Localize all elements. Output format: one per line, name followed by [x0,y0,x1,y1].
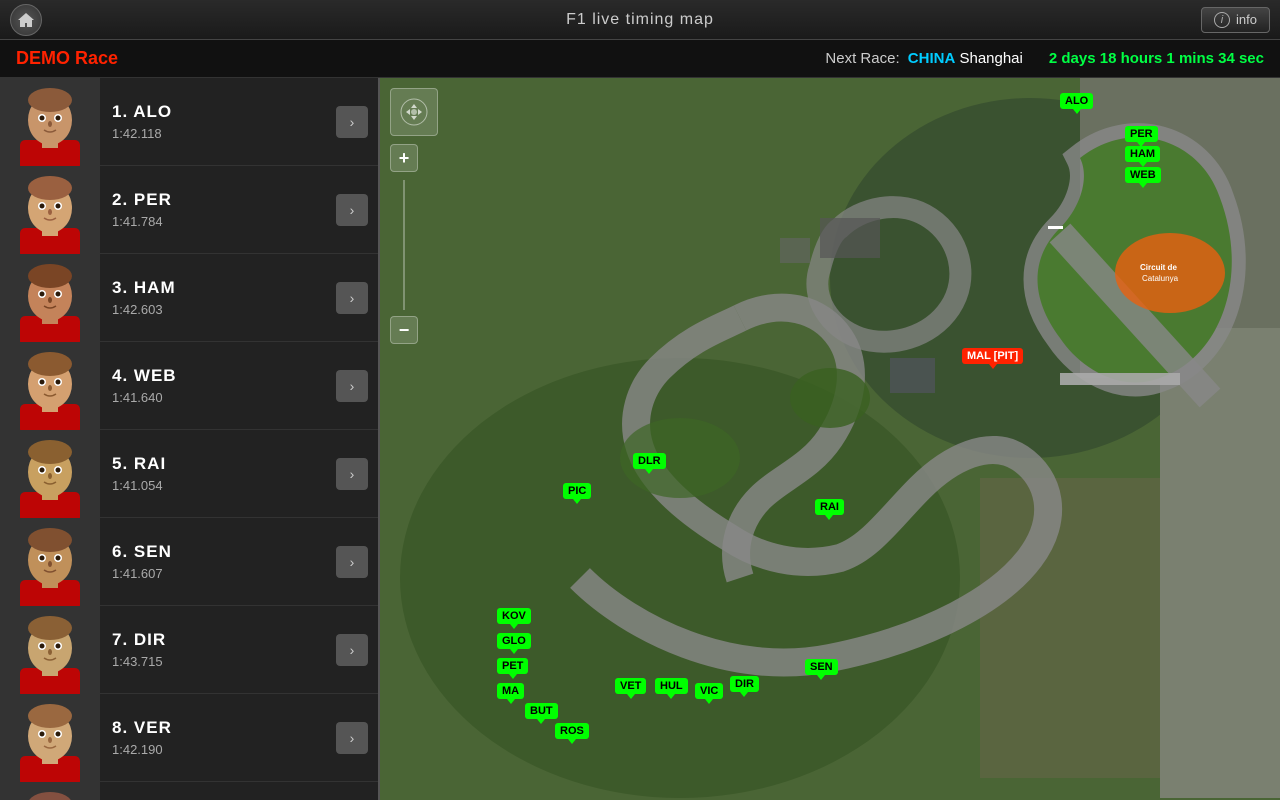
map-driver-marker[interactable]: MAL [PIT] [962,348,1023,364]
driver-avatar [0,430,100,518]
app-title: F1 live timing map [566,11,714,29]
map-driver-marker[interactable]: SEN [805,659,838,675]
map-driver-marker[interactable]: DIR [730,676,759,692]
map-driver-marker[interactable]: HAM [1125,146,1160,162]
driver-info: 3. HAM 1:42.603 [100,278,336,317]
driver-avatar [0,694,100,782]
driver-avatar [0,782,100,800]
driver-position-name: 7. DIR [112,630,324,650]
driver-position-name: 4. WEB [112,366,324,386]
driver-detail-arrow[interactable]: › [336,194,368,226]
map-driver-marker[interactable]: HUL [655,678,688,694]
driver-lap-time: 1:42.118 [112,126,324,141]
next-race-label: Next Race: [825,50,899,67]
info-label: info [1236,12,1257,27]
driver-detail-arrow[interactable]: › [336,370,368,402]
driver-avatar [0,78,100,166]
driver-lap-time: 1:43.715 [112,654,324,669]
driver-avatar [0,606,100,694]
driver-position-name: 8. VER [112,718,324,738]
driver-info: 4. WEB 1:41.640 [100,366,336,405]
driver-avatar [0,254,100,342]
driver-lap-time: 1:41.607 [112,566,324,581]
driver-info: 1. ALO 1:42.118 [100,102,336,141]
home-button[interactable] [10,4,42,36]
info-button[interactable]: i info [1201,7,1270,33]
svg-text:Catalunya: Catalunya [1142,274,1179,283]
driver-info: 7. DIR 1:43.715 [100,630,336,669]
map-area[interactable]: Circuit de Catalunya [380,78,1280,800]
map-driver-marker[interactable]: KOV [497,608,531,624]
map-driver-marker[interactable]: BUT [525,703,558,719]
map-driver-marker[interactable]: VIC [695,683,723,699]
map-driver-marker[interactable]: PER [1125,126,1158,142]
driver-row[interactable]: 7. DIR 1:43.715 › [0,606,378,694]
driver-row[interactable]: 9. HUL 1:43.001 › [0,782,378,800]
driver-detail-arrow[interactable]: › [336,546,368,578]
map-driver-marker[interactable]: RAI [815,499,844,515]
driver-lap-time: 1:42.190 [112,742,324,757]
map-driver-marker[interactable]: ROS [555,723,589,739]
driver-lap-time: 1:41.054 [112,478,324,493]
map-driver-marker[interactable]: MA [497,683,524,699]
next-race-city: Shanghai [959,50,1022,67]
next-race-country: CHINA [908,50,956,67]
driver-lap-time: 1:41.784 [112,214,324,229]
demo-race-label: DEMO Race [16,48,118,69]
driver-row[interactable]: 1. ALO 1:42.118 › [0,78,378,166]
map-driver-marker[interactable]: PET [497,658,528,674]
svg-text:Circuit de: Circuit de [1140,263,1177,272]
driver-row[interactable]: 3. HAM 1:42.603 › [0,254,378,342]
next-race-info: Next Race: CHINA Shanghai [825,50,1022,67]
driver-avatar [0,518,100,606]
driver-detail-arrow[interactable]: › [336,106,368,138]
countdown-timer: 2 days 18 hours 1 mins 34 sec [1049,50,1264,67]
driver-position-name: 6. SEN [112,542,324,562]
info-icon: i [1214,12,1230,28]
driver-info: 5. RAI 1:41.054 [100,454,336,493]
map-driver-marker[interactable]: GLO [497,633,531,649]
driver-detail-arrow[interactable]: › [336,282,368,314]
driver-lap-time: 1:41.640 [112,390,324,405]
driver-info: 6. SEN 1:41.607 [100,542,336,581]
driver-info: 2. PER 1:41.784 [100,190,336,229]
app-header: F1 live timing map i info [0,0,1280,40]
zoom-out-button[interactable]: − [390,316,418,344]
driver-detail-arrow[interactable]: › [336,634,368,666]
driver-detail-arrow[interactable]: › [336,458,368,490]
driver-row[interactable]: 2. PER 1:41.784 › [0,166,378,254]
driver-row[interactable]: 8. VER 1:42.190 › [0,694,378,782]
driver-position-name: 1. ALO [112,102,324,122]
driver-position-name: 3. HAM [112,278,324,298]
zoom-in-button[interactable]: + [390,144,418,172]
main-content: 1. ALO 1:42.118 › [0,78,1280,800]
driver-detail-arrow[interactable]: › [336,722,368,754]
map-driver-marker[interactable]: PIC [563,483,591,499]
map-driver-marker[interactable]: WEB [1125,167,1161,183]
map-driver-marker[interactable]: DLR [633,453,666,469]
driver-row[interactable]: 5. RAI 1:41.054 › [0,430,378,518]
subheader: DEMO Race Next Race: CHINA Shanghai 2 da… [0,40,1280,78]
driver-list: 1. ALO 1:42.118 › [0,78,380,800]
map-driver-marker[interactable]: ALO [1060,93,1093,109]
driver-position-name: 2. PER [112,190,324,210]
map-pan-control[interactable] [390,88,438,136]
driver-position-name: 5. RAI [112,454,324,474]
driver-row[interactable]: 6. SEN 1:41.607 › [0,518,378,606]
driver-avatar [0,342,100,430]
driver-avatar [0,166,100,254]
map-controls[interactable]: + − [390,88,438,346]
driver-info: 8. VER 1:42.190 [100,718,336,757]
driver-lap-time: 1:42.603 [112,302,324,317]
map-driver-marker[interactable]: VET [615,678,646,694]
driver-row[interactable]: 4. WEB 1:41.640 › [0,342,378,430]
